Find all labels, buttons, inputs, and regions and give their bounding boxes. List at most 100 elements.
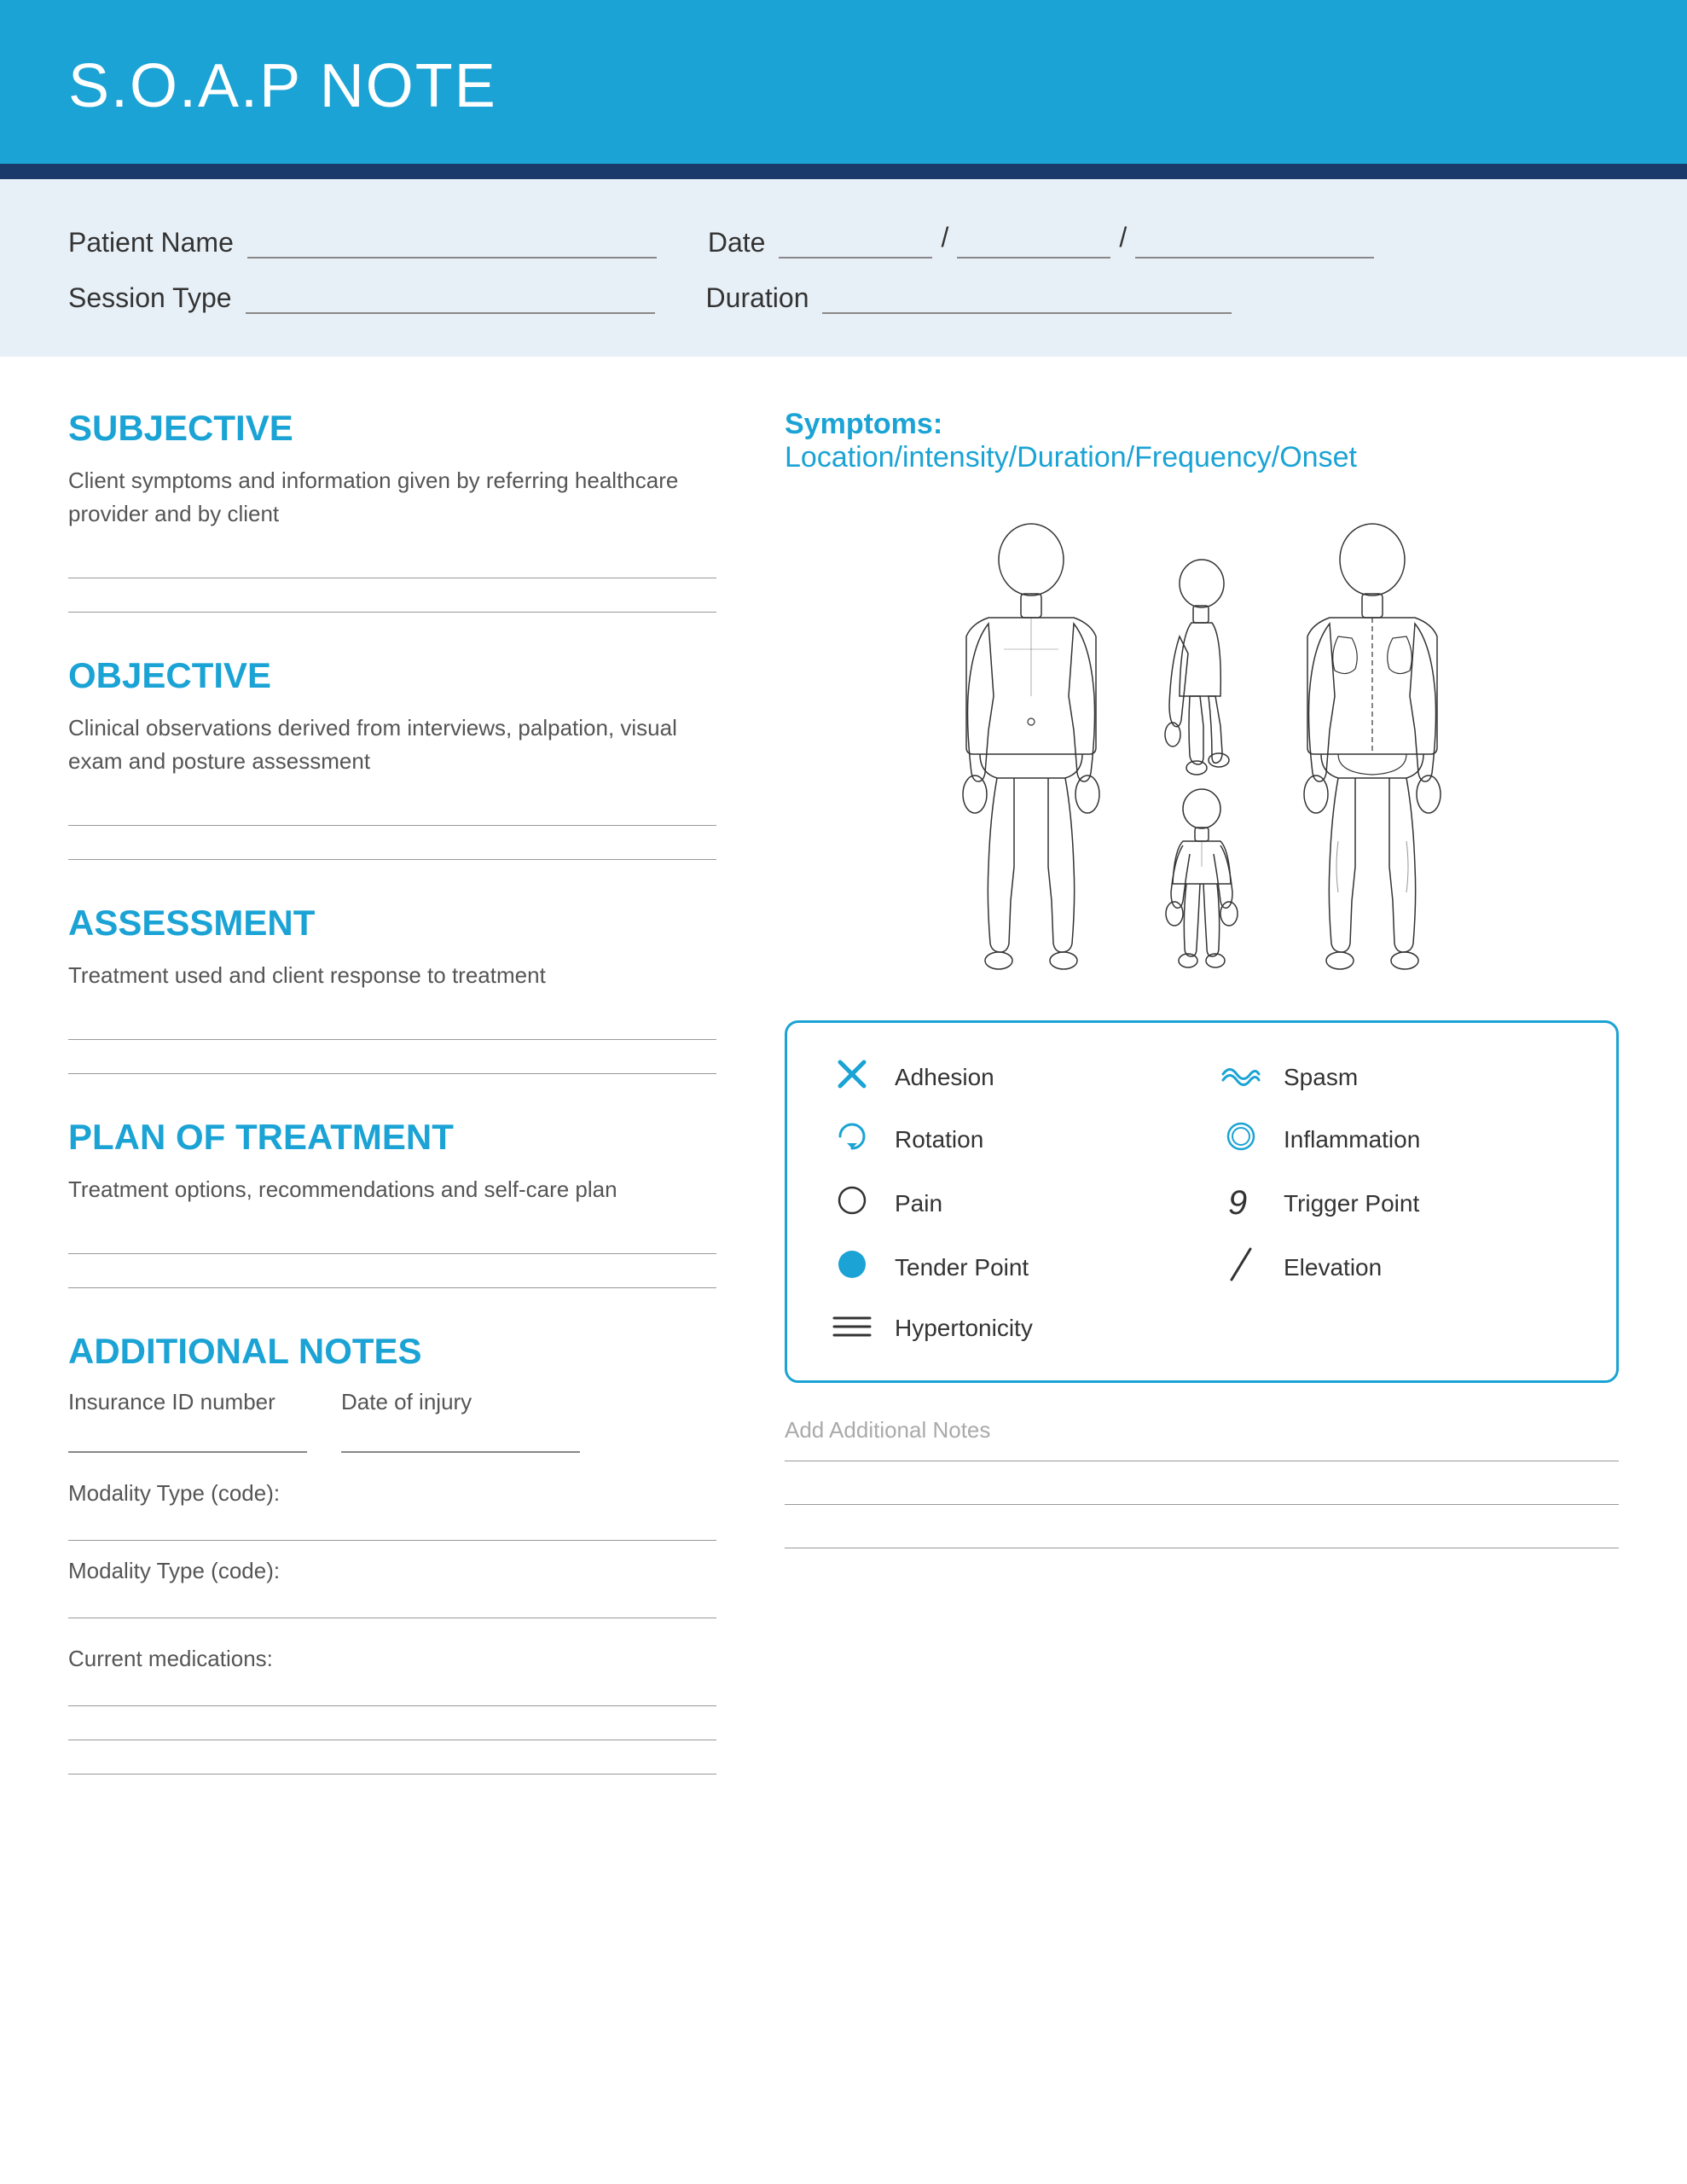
objective-line-2 <box>68 833 716 860</box>
inflammation-icon <box>1219 1119 1263 1159</box>
plan-title: PLAN OF TREATMENT <box>68 1117 716 1158</box>
additional-notes-right: Add Additional Notes <box>785 1417 1619 1548</box>
add-notes-line-2 <box>785 1504 1619 1505</box>
date-label: Date <box>708 227 766 258</box>
assessment-section: ASSESSMENT Treatment used and client res… <box>68 903 716 1074</box>
date-year-input[interactable] <box>1135 228 1374 258</box>
duration-input[interactable] <box>822 283 1232 314</box>
modality1-line <box>68 1513 716 1541</box>
plan-lines <box>68 1227 716 1288</box>
patient-name-group: Patient Name <box>68 227 657 258</box>
side-figures <box>1151 560 1253 978</box>
objective-title: OBJECTIVE <box>68 655 716 696</box>
insurance-input[interactable] <box>68 1422 307 1453</box>
symptoms-subtitle: Location/intensity/Duration/Frequency/On… <box>785 441 1357 473</box>
tender-point-label: Tender Point <box>895 1254 1029 1281</box>
date-slash-1: / <box>941 222 948 258</box>
header: S.O.A.P NOTE <box>0 0 1687 164</box>
plan-desc: Treatment options, recommendations and s… <box>68 1173 716 1206</box>
subjective-desc: Client symptoms and information given by… <box>68 464 716 531</box>
trigger-point-label: Trigger Point <box>1284 1190 1419 1217</box>
legend-item-spasm: Spasm <box>1219 1057 1574 1097</box>
plan-line-2 <box>68 1261 716 1288</box>
patient-row-2: Session Type Duration <box>68 282 1619 314</box>
pain-icon <box>830 1183 874 1223</box>
adhesion-icon <box>830 1057 874 1097</box>
insurance-injury-group: Insurance ID number Date of injury <box>68 1389 716 1453</box>
date-slash-2: / <box>1119 222 1127 258</box>
insurance-label: Insurance ID number <box>68 1389 307 1415</box>
legend-item-pain: Pain <box>830 1182 1185 1225</box>
legend-item-hypertonicity: Hypertonicity <box>830 1310 1574 1346</box>
patient-name-label: Patient Name <box>68 227 234 258</box>
body-front-large <box>929 526 1133 978</box>
page-title: S.O.A.P NOTE <box>68 51 1619 121</box>
objective-line-1 <box>68 799 716 826</box>
medications-line-2 <box>68 1713 716 1740</box>
legend-box: Adhesion Spasm Rotatio <box>785 1020 1619 1383</box>
inline-fields: Insurance ID number Date of injury <box>68 1389 716 1453</box>
patient-row-1: Patient Name Date / / <box>68 222 1619 258</box>
legend-item-adhesion: Adhesion <box>830 1057 1185 1097</box>
plan-line-1 <box>68 1227 716 1254</box>
add-notes-label: Add Additional Notes <box>785 1417 1619 1443</box>
modality1-group: Modality Type (code): <box>68 1480 716 1541</box>
legend-item-trigger-point: 9 Trigger Point <box>1219 1182 1574 1225</box>
duration-label: Duration <box>706 282 809 314</box>
additional-notes-title: ADDITIONAL NOTES <box>68 1331 716 1372</box>
adhesion-label: Adhesion <box>895 1064 994 1091</box>
modality2-line <box>68 1591 716 1618</box>
body-side-view <box>1151 560 1253 773</box>
body-child-view <box>1159 790 1244 978</box>
right-column: Symptoms: Location/intensity/Duration/Fr… <box>785 408 1619 1781</box>
trigger-point-icon: 9 <box>1219 1182 1263 1225</box>
main-content: SUBJECTIVE Client symptoms and informati… <box>0 357 1687 1833</box>
subjective-title: SUBJECTIVE <box>68 408 716 449</box>
spasm-label: Spasm <box>1284 1064 1358 1091</box>
header-stripe <box>0 164 1687 179</box>
legend-item-elevation: Elevation <box>1219 1246 1574 1289</box>
objective-section: OBJECTIVE Clinical observations derived … <box>68 655 716 860</box>
legend-item-tender-point: Tender Point <box>830 1246 1185 1289</box>
subjective-lines <box>68 551 716 613</box>
medications-group: Current medications: <box>68 1646 716 1774</box>
elevation-label: Elevation <box>1284 1254 1382 1281</box>
assessment-lines <box>68 1013 716 1074</box>
legend-item-rotation: Rotation <box>830 1118 1185 1161</box>
pain-label: Pain <box>895 1190 942 1217</box>
medications-label: Current medications: <box>68 1646 716 1672</box>
legend-item-inflammation: Inflammation <box>1219 1118 1574 1161</box>
date-of-injury-label: Date of injury <box>341 1389 580 1415</box>
rotation-icon <box>830 1118 874 1161</box>
hypertonicity-icon <box>830 1310 874 1346</box>
date-group: Date / / <box>708 222 1374 258</box>
subjective-line-2 <box>68 585 716 613</box>
patient-info-section: Patient Name Date / / Session Type Durat… <box>0 179 1687 357</box>
assessment-line-2 <box>68 1047 716 1074</box>
duration-group: Duration <box>706 282 1232 314</box>
assessment-line-1 <box>68 1013 716 1040</box>
modality2-label: Modality Type (code): <box>68 1558 716 1584</box>
medications-line-3 <box>68 1747 716 1774</box>
assessment-title: ASSESSMENT <box>68 903 716 944</box>
date-month-input[interactable] <box>779 228 932 258</box>
objective-lines <box>68 799 716 860</box>
left-column: SUBJECTIVE Client symptoms and informati… <box>68 408 716 1781</box>
symptoms-header: Symptoms: Location/intensity/Duration/Fr… <box>785 408 1619 474</box>
rotation-label: Rotation <box>895 1126 983 1153</box>
session-type-label: Session Type <box>68 282 232 314</box>
svg-text:9: 9 <box>1228 1184 1247 1219</box>
elevation-icon <box>1219 1246 1263 1289</box>
hypertonicity-label: Hypertonicity <box>895 1315 1033 1342</box>
objective-desc: Clinical observations derived from inter… <box>68 712 716 778</box>
body-back-large <box>1270 526 1475 978</box>
plan-section: PLAN OF TREATMENT Treatment options, rec… <box>68 1117 716 1288</box>
modality1-label: Modality Type (code): <box>68 1480 716 1507</box>
additional-notes-section: ADDITIONAL NOTES Insurance ID number Dat… <box>68 1331 716 1774</box>
date-day-input[interactable] <box>957 228 1110 258</box>
medications-line-1 <box>68 1679 716 1706</box>
date-of-injury-input[interactable] <box>341 1422 580 1453</box>
session-type-input[interactable] <box>246 283 655 314</box>
patient-name-input[interactable] <box>247 228 657 258</box>
symptoms-title: Symptoms: <box>785 408 942 440</box>
